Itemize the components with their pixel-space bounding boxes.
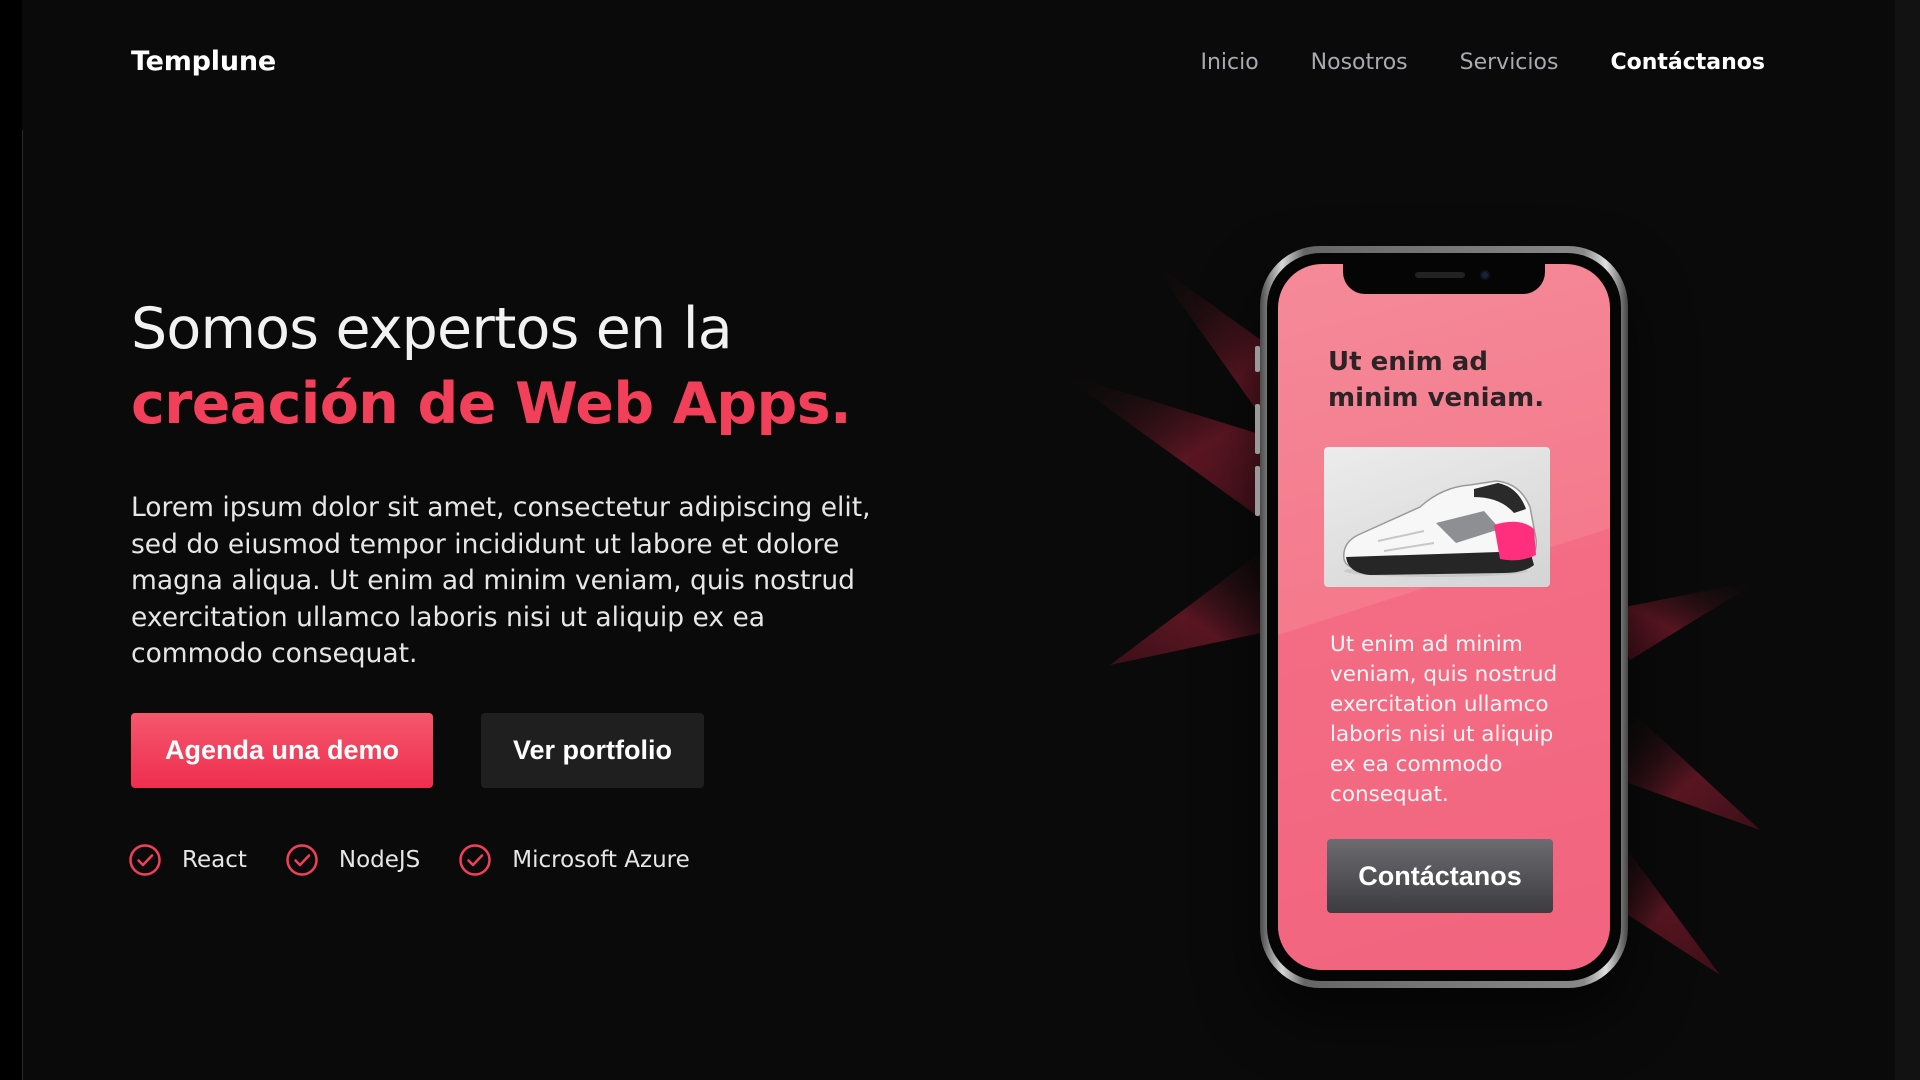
check-circle-icon (459, 844, 492, 876)
phone-notch (1343, 264, 1545, 294)
phone-bezel: Ut enim ad minim veniam. Ut enim ad mini… (1267, 253, 1621, 981)
tech-label: Microsoft Azure (512, 847, 690, 873)
sneaker-icon (1343, 480, 1537, 577)
nav-inicio[interactable]: Inicio (1200, 50, 1258, 75)
phone-mockup: Ut enim ad minim veniam. Ut enim ad mini… (1255, 246, 1628, 988)
hero-lead: Lorem ipsum dolor sit amet, consectetur … (131, 492, 871, 669)
check-circle-icon (286, 844, 318, 876)
nav-contactanos[interactable]: Contáctanos (1610, 50, 1765, 75)
burst-ray (1620, 710, 1760, 830)
brand-logo[interactable]: Templune (131, 46, 276, 77)
tech-label: NodeJS (338, 847, 421, 873)
phone-side-button (1255, 404, 1260, 454)
right-edge-panel (1895, 0, 1920, 1080)
card-title: Ut enim ad minim veniam. (1328, 347, 1545, 413)
phone-screen: Ut enim ad minim veniam. Ut enim ad mini… (1278, 264, 1610, 970)
tech-label: React (182, 847, 247, 873)
check-circle-icon (129, 844, 161, 876)
sneaker-image (1324, 447, 1550, 587)
card-text: Ut enim ad minim veniam, quis nostrud ex… (1330, 632, 1558, 807)
hero-headline: Somos expertos en la creación de Web App… (131, 292, 852, 442)
left-divider (22, 130, 23, 1080)
tech-list: React NodeJS Microsoft Azure (128, 843, 690, 877)
tech-item-nodejs: NodeJS (285, 843, 420, 877)
tech-item-azure: Microsoft Azure (458, 843, 690, 877)
headline-line: Somos expertos en la (131, 296, 733, 362)
nav-servicios[interactable]: Servicios (1460, 50, 1559, 75)
burst-ray (1610, 580, 1760, 660)
headline-accent: creación de Web Apps. (131, 371, 852, 437)
card-contactanos-button[interactable]: Contáctanos (1327, 839, 1553, 913)
tech-item-react: React (128, 843, 247, 877)
ver-portfolio-button[interactable]: Ver portfolio (481, 713, 704, 788)
agenda-demo-button[interactable]: Agenda una demo (131, 713, 433, 788)
camera-icon (1480, 270, 1490, 280)
nav-nosotros[interactable]: Nosotros (1311, 50, 1408, 75)
phone-side-button (1255, 346, 1260, 372)
phone-side-button (1255, 466, 1260, 516)
phone-speaker (1415, 272, 1465, 278)
main-nav: Inicio Nosotros Servicios Contáctanos (1200, 50, 1765, 75)
